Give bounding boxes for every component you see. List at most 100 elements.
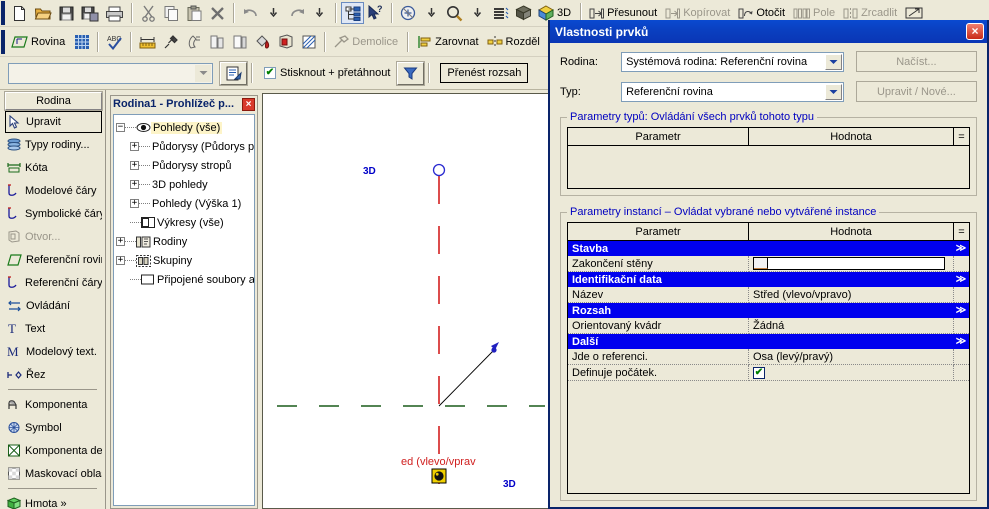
paste-icon[interactable] [183, 2, 206, 24]
designbar-item-modelove-cary[interactable]: Modelové čáry [5, 179, 102, 202]
type-parameters-table[interactable]: Parametr Hodnota = [567, 127, 970, 189]
expander-expand-icon[interactable]: + [130, 161, 139, 170]
dropdown-caret-box[interactable] [754, 258, 768, 269]
undo-dropdown-icon[interactable] [262, 2, 285, 24]
designbar-item-hmota[interactable]: Hmota » [5, 492, 102, 509]
undo-icon[interactable] [239, 2, 262, 24]
dialog-close-icon[interactable]: × [966, 23, 984, 40]
dialog-title-bar[interactable]: Vlastnosti prvků [550, 20, 987, 43]
param-equals-cell[interactable] [954, 318, 969, 334]
param-value[interactable]: Osa (levý/pravý) [749, 349, 954, 365]
new-file-icon[interactable] [8, 2, 31, 24]
redo-dropdown-icon[interactable] [308, 2, 331, 24]
element-properties-button[interactable] [219, 60, 248, 86]
thin-lines-icon[interactable] [489, 2, 512, 24]
designbar-item-symbol[interactable]: Symbol [5, 416, 102, 439]
delete-icon[interactable] [206, 2, 229, 24]
design-bar-header[interactable]: Rodina [4, 91, 103, 111]
press-drag-checkbox[interactable]: ✔ Stisknout + přetáhnout [264, 67, 390, 79]
param-equals-cell[interactable] [954, 287, 969, 303]
table-row[interactable]: Název Střed (vlevo/vpravo) [568, 287, 969, 303]
paint-bucket-icon[interactable] [251, 31, 274, 53]
param-equals-cell[interactable] [954, 256, 969, 272]
tree-item-rodiny[interactable]: + Rodiny [116, 232, 254, 251]
chevron-up-icon[interactable]: ≫ [953, 336, 969, 347]
tape-measure-icon[interactable] [136, 31, 159, 53]
table-row[interactable]: Zakončení stěny [568, 256, 969, 272]
spell-check-icon[interactable]: ABC [103, 31, 126, 53]
work-plane-button[interactable]: Rovina [8, 31, 70, 53]
tree-item-pudorysy[interactable]: + Půdorysy (Půdorys p [116, 137, 254, 156]
save-icon[interactable] [55, 2, 78, 24]
tree-item-pripojene-soubory[interactable]: Připojené soubory ap [116, 270, 254, 289]
demolish-button[interactable]: Demolice [330, 31, 403, 53]
project-browser-tree[interactable]: − Pohledy (vše) + Půdorysy (Půdorys p + … [113, 114, 255, 506]
redo-icon[interactable] [285, 2, 308, 24]
toolbar-grip[interactable] [1, 29, 5, 54]
drawing-canvas[interactable]: 3D 3D ed (vlevo/vprav [263, 94, 549, 508]
magnifier-dropdown-icon[interactable] [466, 2, 489, 24]
toolbar-grip[interactable] [1, 1, 5, 25]
type-combo[interactable]: Referenční rovina [621, 81, 844, 102]
param-value-cell[interactable]: ✔ [749, 365, 954, 381]
designbar-item-referencni-cary[interactable]: Referenční čáry [5, 271, 102, 294]
param-group-header-identifikacni-data[interactable]: Identifikační data ≫ [568, 272, 969, 287]
designbar-item-komponenta-detailu[interactable]: Komponenta detailu [5, 439, 102, 462]
designbar-item-referencni-rovina[interactable]: Referenční rovina [5, 248, 102, 271]
designbar-item-komponenta[interactable]: Komponenta [5, 393, 102, 416]
print-icon[interactable] [102, 2, 127, 24]
expander-expand-icon[interactable]: + [116, 237, 125, 246]
grid-icon[interactable] [70, 31, 93, 53]
model-box-icon[interactable] [274, 31, 297, 53]
designbar-item-ovladani[interactable]: Ovládání [5, 294, 102, 317]
param-equals-cell[interactable] [954, 349, 969, 365]
chevron-up-icon[interactable]: ≫ [953, 243, 969, 254]
chevron-down-icon[interactable] [195, 64, 211, 82]
tree-item-skupiny[interactable]: + Skupiny [116, 251, 254, 270]
designbar-item-otvor[interactable]: Otvor... [5, 225, 102, 248]
designbar-item-symbolicke-cary[interactable]: Symbolické čáry [5, 202, 102, 225]
column-header-equals[interactable]: = [954, 223, 969, 241]
extend-range-button[interactable]: Přenést rozsah [440, 63, 529, 83]
param-group-header-rozsah[interactable]: Rozsah ≫ [568, 303, 969, 318]
tree-item-3d-pohledy[interactable]: + 3D pohledy [116, 175, 254, 194]
filter-button[interactable] [396, 60, 426, 86]
instance-parameters-table[interactable]: Parametr Hodnota = Stavba ≫ Zakončení st… [567, 222, 970, 494]
designbar-item-maskovaci-oblast[interactable]: Maskovací oblast [5, 462, 102, 485]
expander-expand-icon[interactable]: + [130, 142, 139, 151]
designbar-item-kota[interactable]: Kóta [5, 156, 102, 179]
zoom-region-icon[interactable] [397, 2, 420, 24]
param-value[interactable]: Žádná [749, 318, 954, 334]
expander-collapse-icon[interactable]: − [116, 123, 125, 132]
designbar-item-typy-rodiny[interactable]: Typy rodiny... [5, 133, 102, 156]
context-help-icon[interactable]: ? [364, 2, 387, 24]
split-face-icon[interactable] [205, 31, 228, 53]
open-folder-icon[interactable] [31, 2, 55, 24]
split-button[interactable]: Rozděl [484, 31, 545, 53]
designbar-item-modelovy-text[interactable]: M Modelový text. [5, 340, 102, 363]
designbar-item-upravit[interactable]: Upravit [5, 111, 102, 133]
chevron-up-icon[interactable]: ≫ [953, 305, 969, 316]
eyedropper-icon[interactable] [159, 31, 182, 53]
family-combo[interactable]: Systémová rodina: Referenční rovina [621, 51, 844, 72]
zoom-dropdown-icon[interactable] [420, 2, 443, 24]
param-value[interactable]: Střed (vlevo/vpravo) [749, 287, 954, 303]
param-group-header-dalsi[interactable]: Další ≫ [568, 334, 969, 349]
designbar-item-text[interactable]: T Text [5, 317, 102, 340]
paint-icon[interactable] [182, 31, 205, 53]
save-all-icon[interactable] [78, 2, 102, 24]
chevron-down-icon[interactable] [824, 53, 842, 70]
properties-tree-icon[interactable] [341, 2, 364, 24]
tree-item-vykresy-vse[interactable]: Výkresy (vše) [116, 213, 254, 232]
expander-expand-icon[interactable]: + [130, 180, 139, 189]
chevron-up-icon[interactable]: ≫ [953, 274, 969, 285]
column-header-equals[interactable]: = [954, 128, 969, 146]
type-selector-combo[interactable] [8, 62, 213, 84]
chevron-down-icon[interactable] [824, 83, 842, 100]
magnifier-icon[interactable] [443, 2, 466, 24]
table-row[interactable]: Jde o referenci. Osa (levý/pravý) [568, 349, 969, 365]
cut-icon[interactable] [137, 2, 160, 24]
defines-origin-checkbox[interactable]: ✔ [753, 366, 765, 379]
tree-item-pohledy-vyska1[interactable]: + Pohledy (Výška 1) [116, 194, 254, 213]
param-group-header-stavba[interactable]: Stavba ≫ [568, 241, 969, 256]
